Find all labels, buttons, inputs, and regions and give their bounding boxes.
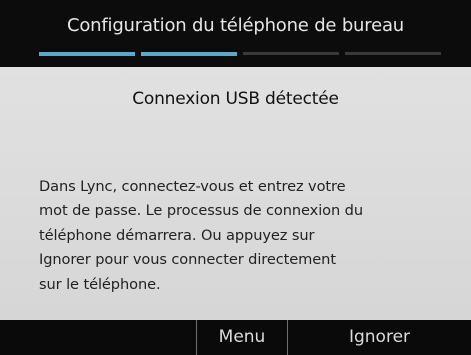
progress-step-1 — [39, 52, 135, 56]
header-bar: Configuration du téléphone de bureau — [0, 0, 471, 67]
page-title: Configuration du téléphone de bureau — [67, 15, 404, 36]
progress-step-4 — [345, 52, 441, 55]
dialog-message: Dans Lync, connectez-vous et entrez votr… — [39, 178, 363, 293]
phone-screen: Configuration du téléphone de bureau Con… — [0, 0, 471, 355]
dialog-title: Connexion USB détectée — [132, 89, 339, 109]
softkey-bar: Menu Ignorer — [0, 320, 471, 355]
setup-progress-indicator — [39, 52, 441, 56]
dialog-panel: Connexion USB détectée Dans Lync, connec… — [0, 67, 471, 320]
progress-step-3 — [243, 52, 339, 55]
progress-step-2 — [141, 52, 237, 56]
ignore-button[interactable]: Ignorer — [288, 320, 471, 355]
softkey-left-empty[interactable] — [0, 320, 196, 355]
menu-button[interactable]: Menu — [197, 320, 287, 355]
